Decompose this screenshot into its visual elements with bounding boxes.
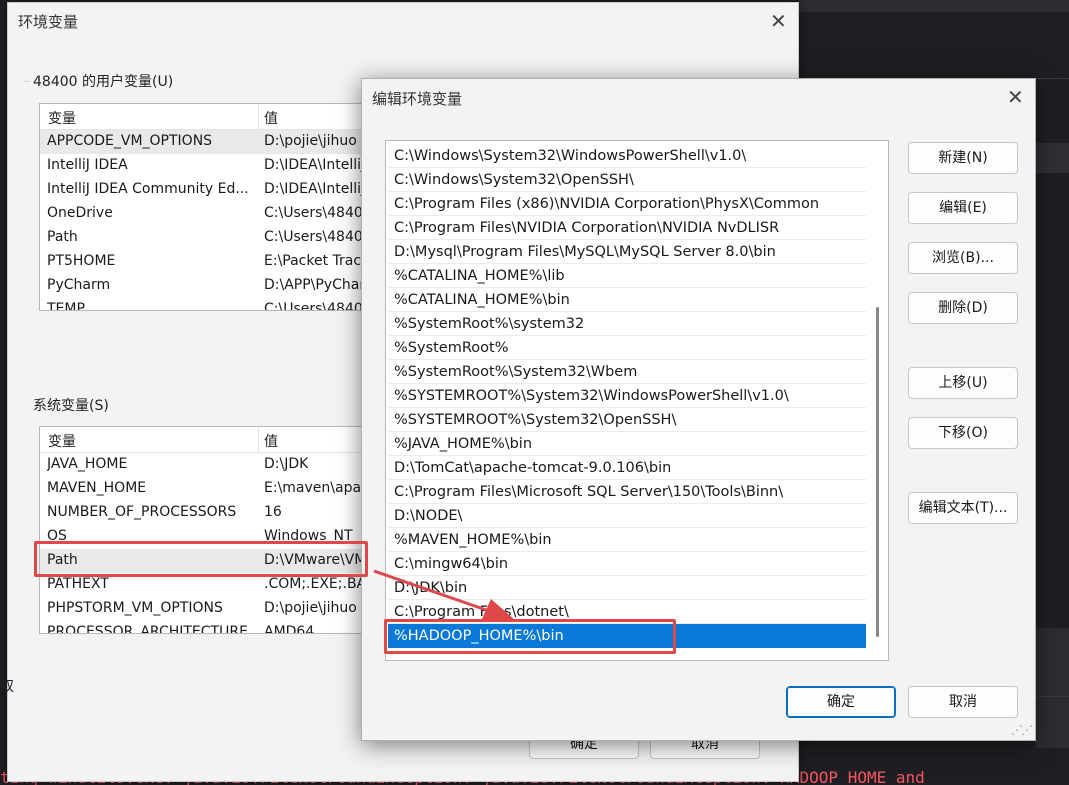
group-divider [24,81,30,82]
variable-name: PROCESSOR_ARCHITECTURE [47,624,248,634]
list-item[interactable]: C:\Program Files (x86)\NVIDIA Corporatio… [388,192,866,216]
ide-tool-divider [1036,696,1069,697]
variable-name: IntelliJ IDEA Community Ed... [47,181,249,197]
variable-name: JAVA_HOME [47,456,128,472]
list-item[interactable]: %SystemRoot% [388,336,866,360]
list-item[interactable]: C:\Windows\System32\OpenSSH\ [388,168,866,192]
ide-editor-band [799,0,1069,12]
variable-name: TEMP [47,301,85,311]
column-separator[interactable] [258,104,259,130]
user-vars-group-label: 48400 的用户变量(U) [33,74,174,90]
col-value-header[interactable]: 值 [264,431,278,451]
move-up-button[interactable]: 上移(U) [908,367,1018,399]
list-item[interactable]: %CATALINA_HOME%\lib [388,264,866,288]
close-icon[interactable]: ✕ [770,11,787,31]
list-item[interactable]: %MAVEN_HOME%\bin [388,528,866,552]
list-item[interactable]: D:\TomCat\apache-tomcat-9.0.106\bin [388,456,866,480]
delete-button[interactable]: 删除(D) [908,292,1018,324]
variable-name: MAVEN_HOME [47,480,147,496]
list-item[interactable]: C:\Program Files\NVIDIA Corporation\NVID… [388,216,866,240]
list-item[interactable]: %SystemRoot%\system32 [388,312,866,336]
variable-name: OneDrive [47,205,113,221]
variable-name: Path [47,229,78,245]
variable-name: PT5HOME [47,253,116,269]
dialog-title: 编辑环境变量 [372,90,463,108]
close-icon[interactable]: ✕ [1007,87,1024,107]
cancel-button[interactable]: 取消 [908,686,1018,718]
list-item[interactable]: %HADOOP_HOME%\bin [388,624,866,648]
column-separator[interactable] [258,427,259,453]
ok-button[interactable]: 确定 [786,686,896,718]
variable-name: IntelliJ IDEA [47,157,128,173]
ide-current-line [1036,143,1069,173]
window-title: 环境变量 [18,13,79,31]
variable-name: OS [47,528,67,544]
list-item[interactable]: %SYSTEMROOT%\System32\OpenSSH\ [388,408,866,432]
list-item[interactable]: %JAVA_HOME%\bin [388,432,866,456]
scrollbar-thumb[interactable] [876,307,879,637]
variable-name: PyCharm [47,277,111,293]
col-value-header[interactable]: 值 [264,108,278,128]
list-item[interactable]: C:\Program Files\dotnet\ [388,600,866,624]
col-variable-header[interactable]: 变量 [48,431,76,451]
variable-name: APPCODE_VM_OPTIONS [47,133,213,149]
partial-label: 双 [0,679,14,695]
browse-button[interactable]: 浏览(B)... [908,242,1018,274]
list-item[interactable]: %SystemRoot%\System32\Wbem [388,360,866,384]
list-item[interactable]: C:\Windows\System32\WindowsPowerShell\v1… [388,144,866,168]
list-item[interactable]: D:\JDK\bin [388,576,866,600]
variable-name: PATHEXT [47,576,109,592]
list-item[interactable]: %CATALINA_HOME%\bin [388,288,866,312]
move-down-button[interactable]: 下移(O) [908,417,1018,449]
list-item[interactable]: D:\NODE\ [388,504,866,528]
path-entries-list[interactable]: C:\Windows\System32\WindowsPowerShell\v1… [385,140,889,661]
list-item[interactable]: D:\Mysql\Program Files\MySQL\MySQL Serve… [388,240,866,264]
edit-text-button[interactable]: 编辑文本(T)... [908,492,1018,524]
variable-name: PHPSTORM_VM_OPTIONS [47,600,223,616]
list-item[interactable]: C:\mingw64\bin [388,552,866,576]
edit-button[interactable]: 编辑(E) [908,192,1018,224]
variable-name: Path [47,552,78,568]
system-vars-group-label: 系统变量(S) [33,398,109,414]
new-button[interactable]: 新建(N) [908,142,1018,174]
ide-tool-window [1036,628,1069,748]
resize-grip-icon[interactable]: ⋰⋰ [1011,723,1033,737]
variable-name: NUMBER_OF_PROCESSORS [47,504,237,520]
edit-env-variable-dialog: 编辑环境变量 ✕ C:\Windows\System32\WindowsPowe… [361,78,1036,741]
col-variable-header[interactable]: 变量 [48,108,76,128]
list-item[interactable]: %SYSTEMROOT%\System32\WindowsPowerShell\… [388,384,866,408]
list-item[interactable]: C:\Program Files\Microsoft SQL Server\15… [388,480,866,504]
